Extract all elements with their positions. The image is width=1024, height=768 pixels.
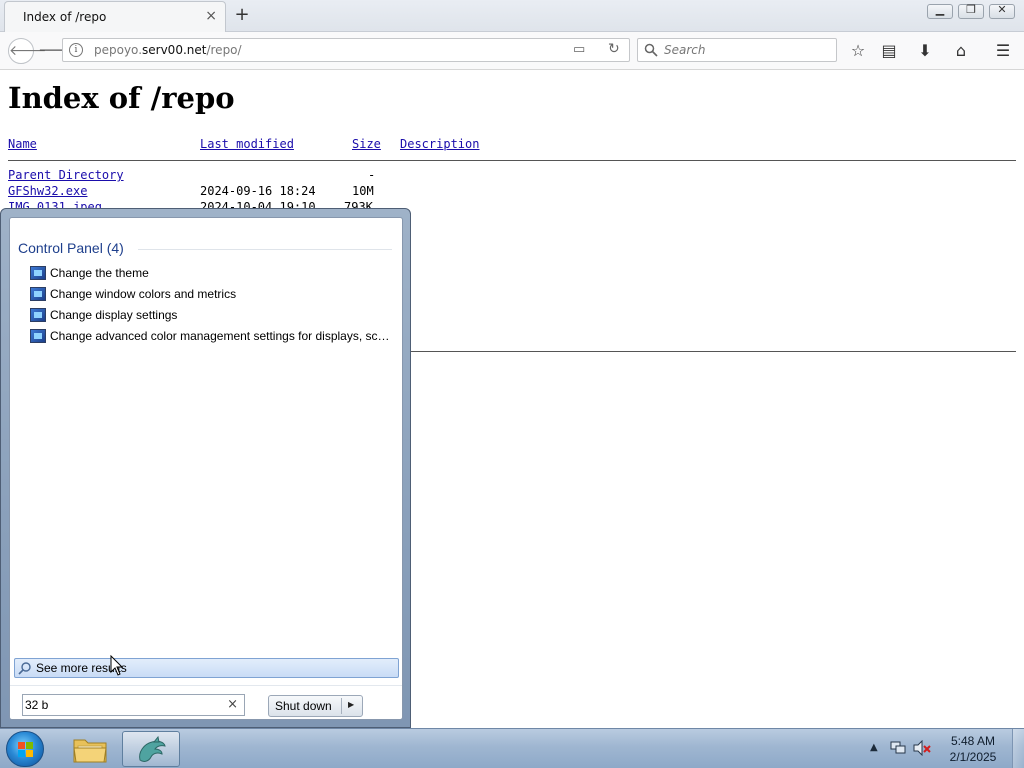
divider xyxy=(8,160,1016,161)
taskbar-app-button-active[interactable] xyxy=(122,731,180,767)
result-color-management[interactable]: Change advanced color management setting… xyxy=(30,328,396,348)
folder-icon xyxy=(73,739,107,763)
back-button[interactable]: 🡐 xyxy=(8,38,47,64)
dragon-icon xyxy=(139,735,166,762)
system-clock[interactable]: 5:48 AM 2/1/2025 xyxy=(936,733,1010,765)
parent-size: - xyxy=(368,168,376,182)
restore-icon: ❐ xyxy=(966,3,976,16)
windows-logo-icon xyxy=(18,742,34,758)
site-info-icon[interactable]: i xyxy=(69,43,83,57)
network-icon[interactable] xyxy=(890,741,906,755)
navigation-toolbar: 🡐 🡒 i pepoyo.serv00.net/repo/ ▭ ↻ Search… xyxy=(0,32,1024,70)
shut-down-options-arrow-icon[interactable]: ▶ xyxy=(348,700,354,709)
start-menu-results-pane: Control Panel (4) Change the theme Chang… xyxy=(9,217,403,720)
search-bar[interactable]: Search xyxy=(637,38,837,62)
shut-down-label: Shut down xyxy=(275,699,332,713)
result-label: Change the theme xyxy=(50,266,149,280)
see-more-results-button[interactable]: See more results xyxy=(14,658,399,678)
column-modified-link[interactable]: Last modified xyxy=(200,137,294,151)
color-management-icon xyxy=(30,329,46,343)
restore-button[interactable]: ❐ xyxy=(958,3,984,19)
home-icon[interactable]: ⌂ xyxy=(950,40,972,62)
url-path: /repo/ xyxy=(206,43,242,57)
result-change-theme[interactable]: Change the theme xyxy=(30,265,396,285)
search-icon xyxy=(644,43,658,57)
url-domain: serv00.net xyxy=(142,43,207,57)
download-icon[interactable]: ⬇ xyxy=(914,40,936,62)
start-menu: Control Panel (4) Change the theme Chang… xyxy=(0,208,411,728)
close-icon: ✕ xyxy=(997,3,1007,16)
page-title: Index of /repo xyxy=(8,81,235,115)
shut-down-button[interactable]: Shut down ▶ xyxy=(268,695,363,717)
divider xyxy=(341,698,342,714)
control-panel-group-header[interactable]: Control Panel (4) xyxy=(18,240,124,256)
result-label: Change advanced color management setting… xyxy=(50,329,392,343)
bookmark-star-icon[interactable]: ☆ xyxy=(847,40,869,62)
forward-button[interactable]: 🡒 xyxy=(38,40,78,60)
menu-icon[interactable]: ☰ xyxy=(992,40,1014,62)
clock-date: 2/1/2025 xyxy=(949,750,997,764)
start-button[interactable] xyxy=(6,731,44,767)
parent-directory-link[interactable]: Parent Directory xyxy=(8,168,124,182)
browser-titlebar: Index of /repo × + ▁ ❐ ✕ xyxy=(0,0,1024,32)
search-icon xyxy=(18,662,31,675)
reload-icon[interactable]: ↻ xyxy=(608,41,620,57)
taskbar: ▲ 5:48 AM 2/1/2025 xyxy=(0,728,1024,768)
start-search-input[interactable] xyxy=(25,697,220,713)
address-bar[interactable]: i pepoyo.serv00.net/repo/ ▭ ↻ xyxy=(62,38,630,62)
volume-muted-icon[interactable] xyxy=(913,740,931,756)
start-search-box[interactable]: × xyxy=(22,694,245,716)
tab-index-of-repo[interactable]: Index of /repo × xyxy=(4,1,226,32)
url-text[interactable]: pepoyo.serv00.net/repo/ xyxy=(94,43,242,57)
minimize-icon: ▁ xyxy=(935,3,945,16)
mouse-pointer-icon xyxy=(110,655,124,676)
column-size-link[interactable]: Size xyxy=(352,137,381,151)
display-icon xyxy=(30,266,46,280)
minimize-button[interactable]: ▁ xyxy=(927,3,953,19)
library-icon[interactable]: ▤ xyxy=(878,40,900,62)
close-window-button[interactable]: ✕ xyxy=(989,3,1015,19)
result-label: Change display settings xyxy=(50,308,178,322)
tab-title: Index of /repo xyxy=(23,10,107,24)
divider xyxy=(138,249,392,250)
result-display-settings[interactable]: Change display settings xyxy=(30,307,396,327)
result-window-colors[interactable]: Change window colors and metrics xyxy=(30,286,396,306)
divider xyxy=(10,685,402,686)
file-link[interactable]: GFShw32.exe xyxy=(8,184,87,198)
file-size: 10M xyxy=(352,184,374,198)
column-name-link[interactable]: Name xyxy=(8,137,37,151)
clear-search-icon[interactable]: × xyxy=(227,697,238,713)
result-label: Change window colors and metrics xyxy=(50,287,237,301)
display-icon xyxy=(30,308,46,322)
file-modified: 2024-09-16 18:24 xyxy=(200,184,316,198)
tab-close-icon[interactable]: × xyxy=(205,8,217,24)
column-description-link[interactable]: Description xyxy=(400,137,479,151)
clock-time: 5:48 AM xyxy=(950,734,996,748)
new-tab-button[interactable]: + xyxy=(232,5,252,25)
display-icon xyxy=(30,287,46,301)
taskbar-explorer-button[interactable] xyxy=(60,731,118,767)
url-host-prefix: pepoyo. xyxy=(94,43,143,57)
search-placeholder: Search xyxy=(664,43,706,57)
show-hidden-icons-button[interactable]: ▲ xyxy=(870,742,878,753)
reader-view-icon[interactable]: ▭ xyxy=(573,42,585,57)
show-desktop-button[interactable] xyxy=(1012,729,1024,768)
